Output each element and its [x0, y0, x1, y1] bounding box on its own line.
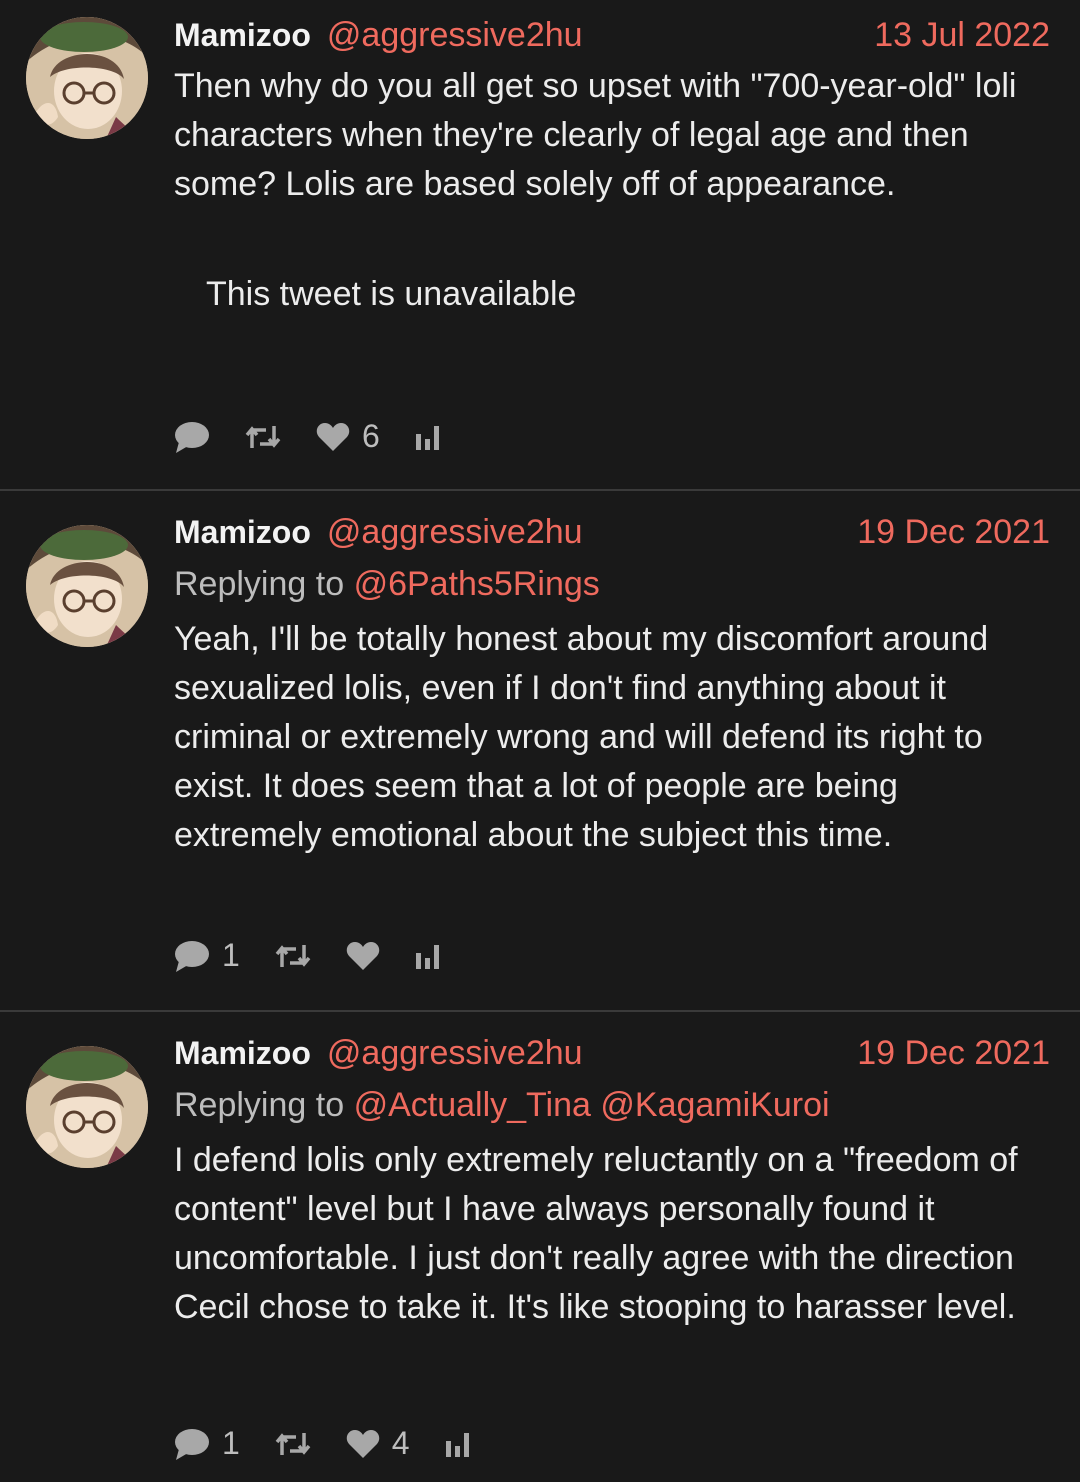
avatar[interactable] [26, 1046, 148, 1168]
retweet-button[interactable] [274, 1431, 312, 1457]
retweet-icon [245, 425, 281, 448]
display-name[interactable]: Mamizoo [174, 14, 311, 56]
retweet-icon [275, 944, 311, 967]
display-name[interactable]: Mamizoo [174, 1032, 311, 1074]
tweet-text: I defend lolis only extremely reluctantl… [174, 1141, 1018, 1326]
tweet-date[interactable]: 13 Jul 2022 [874, 14, 1050, 56]
tweet-date[interactable]: 19 Dec 2021 [857, 511, 1050, 553]
tweet[interactable]: Mamizoo @aggressive2hu 13 Jul 2022 Then … [0, 0, 1080, 489]
reply-handle-link[interactable]: @KagamiKuroi [600, 1086, 829, 1124]
reply-count: 1 [222, 1425, 240, 1461]
stats-button[interactable] [414, 943, 442, 969]
reply-count: 1 [222, 937, 240, 973]
tweet-actions: 1 4 [174, 1425, 506, 1462]
like-count: 6 [362, 418, 380, 454]
tweet-text: Then why do you all get so upset with "7… [174, 67, 1017, 203]
tweet-actions: 6 [174, 418, 476, 455]
reply-button[interactable]: 1 [174, 937, 240, 974]
retweet-icon [275, 1432, 311, 1455]
heart-icon [316, 422, 350, 451]
replying-to: Replying to @Actually_Tina @KagamiKuroi [174, 1082, 1050, 1128]
stats-icon [445, 1432, 469, 1457]
retweet-button[interactable] [274, 943, 312, 969]
like-button[interactable]: 4 [346, 1425, 410, 1462]
reply-handle-link[interactable]: @6Paths5Rings [354, 565, 600, 603]
quote-unavailable-notice: This tweet is unavailable [206, 275, 577, 313]
avatar[interactable] [26, 17, 148, 139]
heart-icon [346, 1429, 380, 1458]
tweet-date[interactable]: 19 Dec 2021 [857, 1032, 1050, 1074]
like-count: 4 [391, 1425, 410, 1461]
display-name[interactable]: Mamizoo [174, 511, 311, 553]
tweet[interactable]: Mamizoo @aggressive2hu 19 Dec 2021 Reply… [0, 1010, 1080, 1482]
comment-icon [175, 1428, 209, 1460]
comment-icon [175, 421, 209, 453]
stats-icon [415, 944, 439, 969]
comment-icon [175, 940, 209, 972]
user-handle[interactable]: @aggressive2hu [327, 511, 583, 553]
reply-button[interactable] [174, 420, 210, 454]
tweet[interactable]: Mamizoo @aggressive2hu 19 Dec 2021 Reply… [0, 489, 1080, 1010]
reply-button[interactable]: 1 [174, 1425, 240, 1462]
heart-icon [346, 941, 380, 970]
tweet-actions: 1 [174, 937, 476, 974]
reply-handle-link[interactable]: @Actually_Tina [354, 1086, 591, 1124]
replying-to: Replying to @6Paths5Rings [174, 561, 1050, 607]
avatar[interactable] [26, 525, 148, 647]
replying-to-label: Replying to [174, 1086, 345, 1124]
tweet-text: Yeah, I'll be totally honest about my di… [174, 620, 989, 854]
like-button[interactable]: 6 [316, 418, 380, 455]
stats-button[interactable] [414, 424, 442, 450]
like-button[interactable] [346, 941, 380, 971]
user-handle[interactable]: @aggressive2hu [327, 14, 583, 56]
retweet-button[interactable] [244, 424, 282, 450]
stats-button[interactable] [444, 1431, 472, 1457]
stats-icon [415, 425, 439, 450]
replying-to-label: Replying to [174, 565, 345, 603]
user-handle[interactable]: @aggressive2hu [327, 1032, 583, 1074]
